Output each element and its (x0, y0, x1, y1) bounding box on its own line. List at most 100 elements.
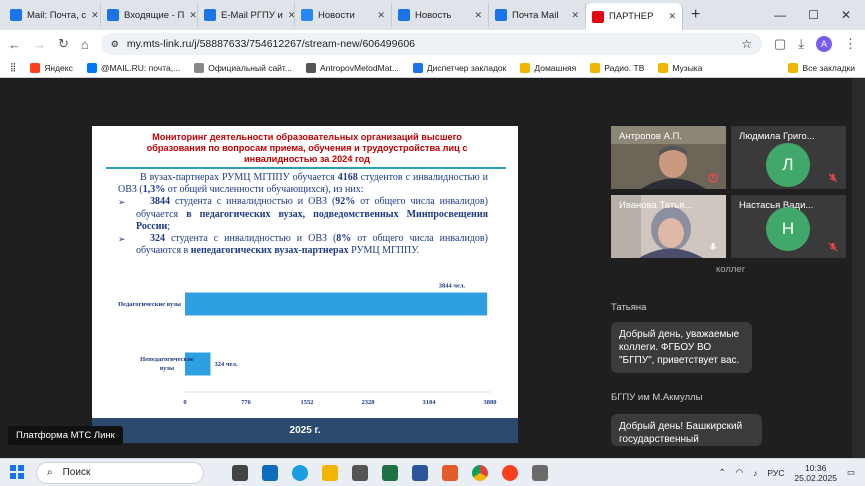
chrome-icon[interactable] (472, 464, 488, 481)
category-label: Педагогические вузы (118, 301, 181, 308)
all-bookmarks-button[interactable]: Все закладки (788, 62, 865, 73)
chat-message-2: Добрый день! Башкирский государственный (611, 414, 762, 446)
browser-tab[interactable]: Новость ✕ (392, 3, 489, 27)
menu-icon[interactable]: ⋮ (844, 36, 857, 52)
excel-icon[interactable] (382, 464, 398, 481)
browser-tab[interactable]: E-Mail РГПУ и ✕ (198, 3, 295, 27)
search-icon: ⌕ (47, 467, 53, 478)
bookmark-label: Официальный сайт... (208, 62, 292, 73)
home-icon[interactable]: ⌂ (81, 37, 89, 52)
bookmark-label: Радио. ТВ (604, 62, 645, 73)
edge-icon[interactable] (292, 464, 308, 481)
mic-icon (708, 173, 718, 183)
wifi-icon[interactable]: ◠ (736, 467, 743, 478)
browser-tab[interactable]: Новости ✕ (295, 3, 392, 27)
back-icon[interactable]: ← (8, 37, 21, 52)
yandex-browser-icon[interactable] (502, 464, 518, 481)
word-icon[interactable] (412, 464, 428, 481)
tab-close-icon[interactable]: ✕ (189, 10, 197, 21)
platform-tooltip: Платформа МТС Линк (8, 426, 123, 445)
outlook-icon[interactable] (262, 464, 278, 481)
chevron-up-icon[interactable]: ⌃ (719, 467, 726, 478)
system-tray: ⌃ ◠ ♪ РУС 10:36 25.02.2025 ▭ (719, 463, 865, 483)
clock[interactable]: 10:36 25.02.2025 (794, 463, 837, 483)
taskbar-search[interactable]: ⌕ Поиск (36, 461, 204, 484)
windows-start-icon[interactable] (10, 465, 24, 479)
x-tick-label: 3104 (423, 399, 437, 406)
scrollbar[interactable] (852, 78, 865, 458)
site-info-icon[interactable]: ⚙ (111, 39, 119, 50)
task-view-icon[interactable] (232, 464, 248, 481)
page-icon (398, 9, 410, 21)
search-placeholder: Поиск (62, 467, 91, 478)
participant-tile-4[interactable]: Настасья Вади... Н (731, 195, 846, 258)
bookmark-item[interactable]: Радио. ТВ (590, 62, 645, 73)
reload-icon[interactable]: ↻ (58, 36, 69, 52)
bookmark-item[interactable]: AntropovMetodMat... (305, 62, 399, 73)
mail-icon (495, 9, 507, 21)
app-icon[interactable] (532, 464, 548, 481)
x-tick-label: 2328 (362, 399, 376, 406)
x-tick-label: 776 (241, 399, 252, 406)
bookmark-item[interactable]: Официальный сайт... (194, 62, 292, 73)
bookmark-label: Яндекс (44, 62, 73, 73)
downloads-icon[interactable]: ⤓ (798, 36, 804, 52)
bookmark-icon (86, 62, 97, 73)
tab-label: Mail: Почта, с (27, 9, 87, 21)
notifications-icon[interactable]: ▭ (847, 467, 855, 478)
tab-label: Новости (318, 9, 355, 21)
minimize-icon[interactable]: — (774, 8, 786, 22)
participant-name-2: Людмила Григо... (739, 131, 815, 142)
close-icon[interactable]: ✕ (841, 8, 851, 22)
volume-icon[interactable]: ♪ (753, 468, 757, 478)
bar-chart: 0 776 1552 2328 3104 3880 Педагогические вузы 3… (118, 283, 496, 407)
store-icon[interactable] (352, 464, 368, 481)
browser-tab[interactable]: Mail: Почта, с ✕ (4, 3, 101, 27)
presentation-slide: Мониторинг деятельности образовательных … (92, 126, 518, 418)
participant-tile-1[interactable]: Антропов А.П. (611, 126, 726, 189)
bookmark-item[interactable]: @MAIL.RU: почта,... (86, 62, 181, 73)
tab-close-icon[interactable]: ✕ (288, 10, 294, 21)
tab-label: Почта Mail (512, 9, 559, 21)
mic-icon (709, 243, 717, 250)
bookmark-star-icon[interactable]: ☆ (741, 37, 752, 51)
file-explorer-icon[interactable] (322, 464, 338, 481)
slide-footer: 2025 г. (92, 418, 518, 443)
browser-tab[interactable]: Почта Mail ✕ (489, 3, 586, 27)
tab-close-icon[interactable]: ✕ (668, 11, 676, 22)
profile-avatar[interactable]: A (816, 36, 832, 52)
url-field[interactable]: ⚙ my.mts-link.ru/j/58887633/754612267/st… (100, 33, 762, 55)
bookmark-item[interactable]: Музыка (658, 62, 702, 73)
mail-icon (10, 9, 22, 21)
bookmark-item[interactable]: Яндекс (30, 62, 73, 73)
bookmark-label: @MAIL.RU: почта,... (100, 62, 181, 73)
browser-tab[interactable]: Входящие - П ✕ (101, 3, 198, 27)
language-indicator[interactable]: РУС (767, 468, 784, 478)
participant-tile-2[interactable]: Людмила Григо... Л (731, 126, 846, 189)
maximize-icon[interactable]: ☐ (808, 8, 819, 22)
window-controls: — ☐ ✕ (774, 8, 865, 22)
browser-tab[interactable]: ПАРТНЕР ✕ (586, 3, 683, 30)
tab-close-icon[interactable]: ✕ (571, 10, 579, 21)
tab-close-icon[interactable]: ✕ (474, 10, 482, 21)
media-icon[interactable] (442, 464, 458, 481)
tab-label: ПАРТНЕР (609, 11, 654, 22)
tab-close-icon[interactable]: ✕ (377, 10, 385, 21)
bookmark-label: Домашняя (534, 62, 577, 73)
participant-tile-3[interactable]: Иванова Татья... (611, 195, 726, 258)
browser-tab-bar: Mail: Почта, с ✕ Входящие - П ✕ E-Mail РГПУ … (0, 0, 865, 30)
extensions-icon[interactable]: ▢ (774, 36, 786, 52)
bookmark-label: Диспетчер закладок (426, 62, 507, 73)
clock-date: 25.02.2025 (794, 472, 837, 483)
vk-icon (301, 9, 313, 21)
apps-icon[interactable]: ⣿ (10, 62, 16, 73)
participant-name-3: Иванова Татья... (619, 200, 693, 211)
bookmark-item[interactable]: Диспетчер закладок (412, 62, 507, 73)
bookmark-item[interactable]: Домашняя (520, 62, 577, 73)
tab-close-icon[interactable]: ✕ (91, 10, 99, 21)
x-tick-label: 1552 (301, 399, 314, 406)
slide-footer-year: 2025 г. (289, 425, 321, 436)
mail-icon (204, 9, 216, 21)
new-tab-button[interactable]: + (691, 6, 700, 24)
forward-icon[interactable]: → (33, 37, 46, 52)
